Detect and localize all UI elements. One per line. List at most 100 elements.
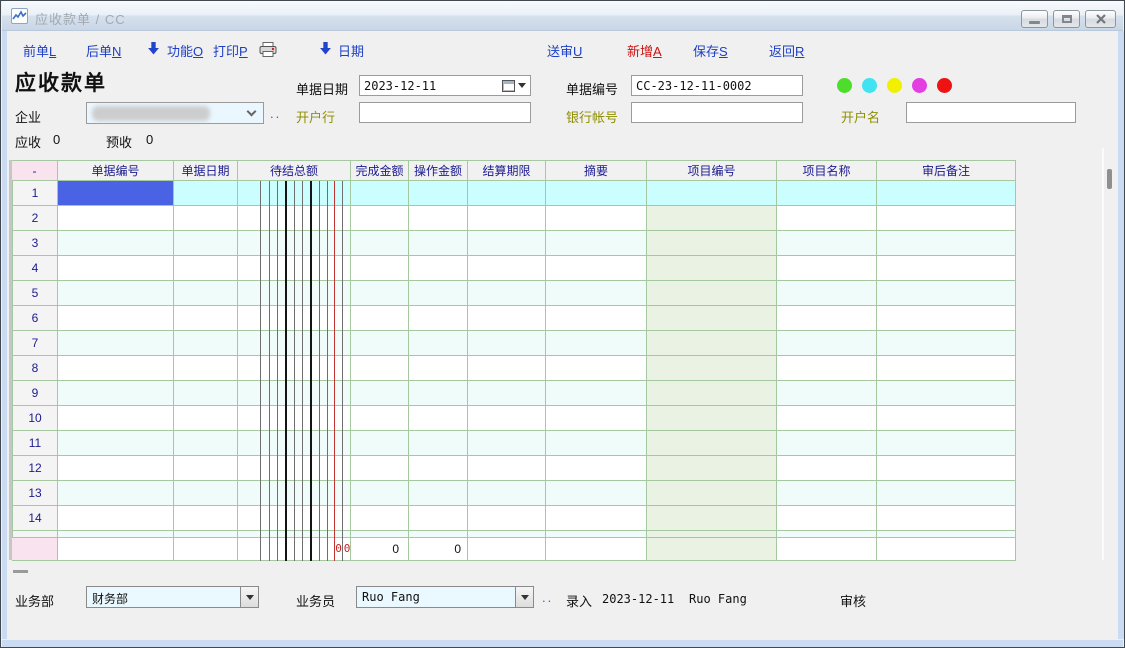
enterprise-more-button[interactable]: .. xyxy=(270,106,281,121)
table-cell[interactable] xyxy=(468,406,546,431)
table-cell[interactable] xyxy=(238,456,351,481)
table-cell[interactable] xyxy=(58,481,174,506)
corner-header[interactable]: - xyxy=(12,161,58,181)
table-cell[interactable] xyxy=(877,531,1016,538)
table-cell[interactable] xyxy=(174,406,238,431)
table-cell[interactable] xyxy=(777,431,877,456)
row-number[interactable]: 6 xyxy=(12,306,58,331)
table-cell[interactable] xyxy=(351,306,409,331)
table-cell[interactable] xyxy=(546,256,647,281)
table-cell[interactable] xyxy=(238,506,351,531)
table-cell[interactable] xyxy=(174,356,238,381)
table-cell[interactable] xyxy=(777,531,877,538)
table-cell[interactable] xyxy=(777,256,877,281)
table-cell[interactable] xyxy=(647,456,777,481)
table-cell[interactable] xyxy=(468,256,546,281)
table-cell[interactable] xyxy=(238,406,351,431)
table-cell[interactable] xyxy=(238,256,351,281)
table-cell[interactable] xyxy=(777,181,877,206)
table-cell[interactable] xyxy=(546,431,647,456)
table-cell[interactable] xyxy=(546,406,647,431)
table-cell[interactable] xyxy=(174,381,238,406)
table-cell[interactable] xyxy=(777,231,877,256)
table-cell[interactable] xyxy=(409,331,468,356)
table-cell[interactable] xyxy=(238,431,351,456)
table-cell[interactable] xyxy=(58,256,174,281)
table-cell[interactable] xyxy=(409,306,468,331)
status-dot[interactable] xyxy=(862,78,877,93)
table-cell[interactable] xyxy=(58,538,174,561)
table-cell[interactable] xyxy=(546,306,647,331)
bank-branch-input[interactable] xyxy=(359,102,531,123)
next-doc-button[interactable]: 后单N xyxy=(86,41,121,60)
table-cell[interactable] xyxy=(238,531,351,538)
table-cell[interactable] xyxy=(647,406,777,431)
table-cell[interactable] xyxy=(877,331,1016,356)
row-number[interactable]: 14 xyxy=(12,506,58,531)
table-cell[interactable] xyxy=(351,281,409,306)
enterprise-combobox[interactable] xyxy=(86,102,264,124)
table-cell[interactable] xyxy=(409,431,468,456)
row-number[interactable]: 13 xyxy=(12,481,58,506)
table-cell[interactable] xyxy=(468,381,546,406)
table-cell[interactable] xyxy=(58,381,174,406)
table-cell[interactable] xyxy=(351,481,409,506)
table-cell[interactable] xyxy=(351,231,409,256)
titlebar[interactable]: 应收款单 / CC xyxy=(2,1,1123,31)
printer-icon[interactable] xyxy=(259,42,278,62)
table-cell[interactable] xyxy=(409,206,468,231)
maximize-button[interactable] xyxy=(1053,10,1080,28)
row-number[interactable]: 3 xyxy=(12,231,58,256)
table-cell[interactable] xyxy=(877,506,1016,531)
table-cell[interactable] xyxy=(351,506,409,531)
table-cell[interactable] xyxy=(58,206,174,231)
table-cell[interactable] xyxy=(777,406,877,431)
submit-review-button[interactable]: 送审U xyxy=(547,41,582,60)
table-cell[interactable] xyxy=(174,331,238,356)
table-cell[interactable] xyxy=(647,231,777,256)
table-cell[interactable] xyxy=(777,331,877,356)
column-header[interactable]: 摘要 xyxy=(546,161,647,181)
table-cell[interactable] xyxy=(468,206,546,231)
table-cell[interactable] xyxy=(647,206,777,231)
table-cell[interactable] xyxy=(647,281,777,306)
table-cell[interactable] xyxy=(877,538,1016,561)
table-cell[interactable] xyxy=(546,506,647,531)
table-cell[interactable] xyxy=(238,306,351,331)
table-cell[interactable] xyxy=(58,506,174,531)
table-cell[interactable] xyxy=(468,531,546,538)
table-cell[interactable] xyxy=(647,306,777,331)
column-header[interactable]: 完成金额 xyxy=(351,161,409,181)
table-cell[interactable] xyxy=(58,356,174,381)
clerk-more-button[interactable]: .. xyxy=(542,590,553,605)
table-cell[interactable] xyxy=(174,481,238,506)
table-cell[interactable] xyxy=(58,406,174,431)
table-cell[interactable] xyxy=(238,381,351,406)
table-cell[interactable] xyxy=(409,531,468,538)
table-cell[interactable] xyxy=(777,356,877,381)
doc-date-input[interactable]: 2023-12-11 xyxy=(359,75,531,96)
table-cell[interactable] xyxy=(468,456,546,481)
table-cell[interactable] xyxy=(647,531,777,538)
row-number[interactable]: 8 xyxy=(12,356,58,381)
table-cell[interactable] xyxy=(647,331,777,356)
table-cell[interactable] xyxy=(877,306,1016,331)
table-cell[interactable] xyxy=(468,481,546,506)
table-cell[interactable] xyxy=(174,231,238,256)
table-cell[interactable] xyxy=(647,356,777,381)
table-cell[interactable] xyxy=(777,456,877,481)
table-cell[interactable] xyxy=(238,231,351,256)
splitter-handle[interactable] xyxy=(13,570,28,573)
table-cell[interactable] xyxy=(546,381,647,406)
table-cell[interactable] xyxy=(546,531,647,538)
total-operated[interactable]: 0 xyxy=(409,538,468,561)
table-cell[interactable] xyxy=(174,531,238,538)
table-cell[interactable] xyxy=(174,306,238,331)
row-number[interactable]: 11 xyxy=(12,431,58,456)
table-cell[interactable] xyxy=(174,256,238,281)
table-cell[interactable] xyxy=(351,206,409,231)
scrollbar-thumb[interactable] xyxy=(1107,169,1112,189)
row-number[interactable]: 4 xyxy=(12,256,58,281)
dropdown-arrow-icon[interactable] xyxy=(518,83,526,88)
table-cell[interactable] xyxy=(647,181,777,206)
